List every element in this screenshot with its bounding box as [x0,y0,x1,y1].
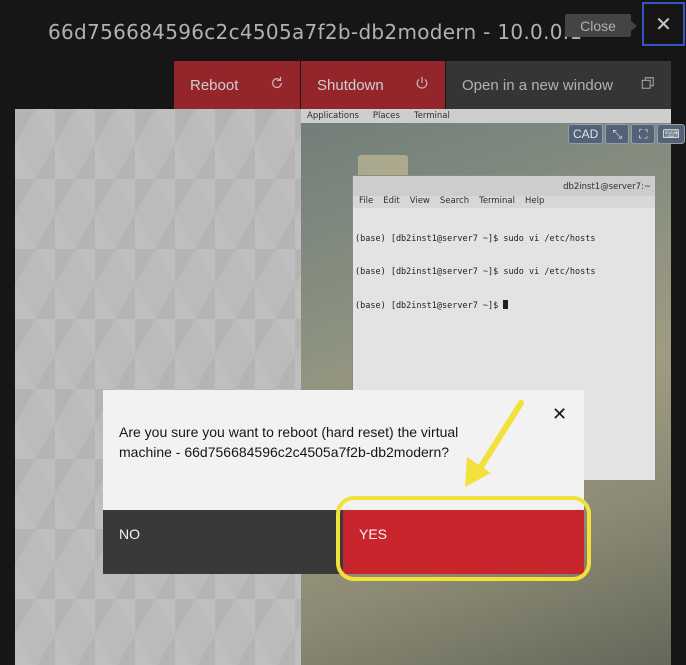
ctrl-alt-del-button[interactable]: CAD [568,124,604,144]
reboot-button[interactable]: Reboot [174,61,300,109]
close-tooltip: Close [565,14,637,37]
annotation-arrow-icon [465,400,524,487]
terminal-menu-edit[interactable]: Edit [383,196,399,208]
terminal-line: (base) [db2inst1@server7 ~]$ sudo vi /et… [355,234,596,244]
terminal-menu-help[interactable]: Help [525,196,544,208]
annotation-highlight [336,496,591,581]
dialog-close-icon[interactable]: ✕ [552,404,567,425]
vnc-toolbar: CAD ⤡ ⛶ ⌨ [568,124,685,148]
gnome-menu-terminal[interactable]: Terminal [414,111,450,121]
terminal-cursor [503,300,509,309]
terminal-prompt: (base) [db2inst1@server7 ~]$ [355,301,504,311]
reboot-label: Reboot [190,76,239,94]
power-icon [415,76,429,94]
gnome-menu-applications[interactable]: Applications [307,111,359,121]
restart-icon [270,76,284,94]
terminal-line: (base) [db2inst1@server7 ~]$ sudo vi /et… [355,267,596,277]
open-new-window-label: Open in a new window [462,76,613,94]
terminal-menubar: File Edit View Search Terminal Help [353,196,655,208]
scale-icon[interactable]: ⤡ [605,124,630,144]
dialog-message: Are you sure you want to reboot (hard re… [119,424,459,460]
close-icon[interactable]: ✕ [642,2,685,46]
terminal-menu-search[interactable]: Search [440,196,469,208]
fullscreen-icon[interactable]: ⛶ [631,124,656,144]
gnome-menu-places[interactable]: Places [373,111,400,121]
gnome-top-bar: Applications Places Terminal [301,109,671,123]
terminal-menu-terminal[interactable]: Terminal [479,196,515,208]
vm-console-window: 66d756684596c2c4505a7f2b-db2modern - 10.… [0,0,686,665]
launch-icon [641,76,655,94]
no-button[interactable]: NO [103,510,343,574]
terminal-menu-view[interactable]: View [410,196,430,208]
terminal-prompt-line: (base) [db2inst1@server7 ~]$ [355,300,653,312]
terminal-output[interactable]: (base) [db2inst1@server7 ~]$ sudo vi /et… [353,208,655,338]
terminal-menu-file[interactable]: File [359,196,373,208]
console-background-pattern [15,109,301,665]
keyboard-icon[interactable]: ⌨ [657,124,685,144]
open-new-window-button[interactable]: Open in a new window [446,61,671,109]
window-title: 66d756684596c2c4505a7f2b-db2modern - 10.… [48,20,583,44]
shutdown-label: Shutdown [317,76,384,94]
shutdown-button[interactable]: Shutdown [301,61,445,109]
terminal-title: db2inst1@server7:~ [353,176,655,196]
